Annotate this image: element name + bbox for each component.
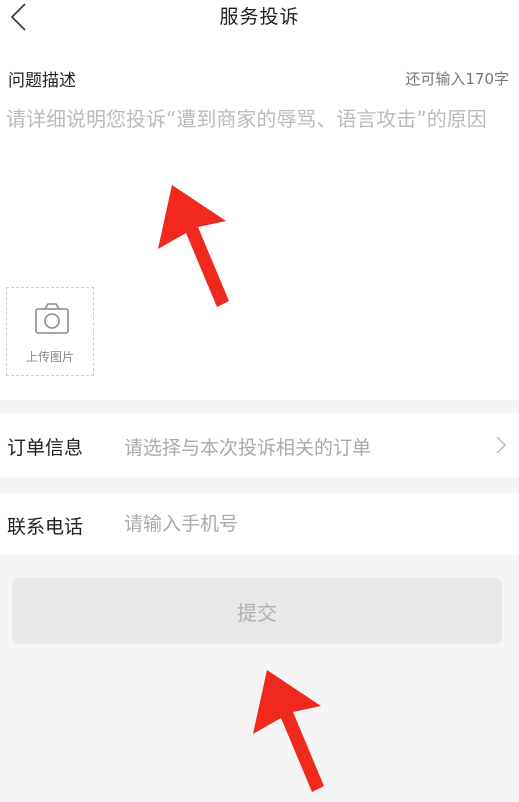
order-info-row[interactable]: 订单信息 请选择与本次投诉相关的订单 (0, 413, 519, 477)
description-section: 问题描述 还可输入170字 上传图片 (0, 40, 519, 400)
description-label: 问题描述 (8, 71, 76, 91)
annotation-arrow-icon (158, 185, 229, 307)
description-textarea[interactable] (6, 102, 498, 222)
order-select-placeholder: 请选择与本次投诉相关的订单 (124, 437, 372, 459)
page-title: 服务投诉 (219, 6, 300, 28)
submit-button[interactable]: 提交 (12, 578, 502, 644)
phone-row: 联系电话 (0, 493, 519, 555)
complaint-page: 服务投诉 问题描述 还可输入170字 上传图片 订单信息 请选择与本次投诉相关的… (0, 0, 519, 802)
camera-icon (35, 303, 69, 334)
nav-header: 服务投诉 (0, 0, 519, 40)
char-count: 还可输入170字 (405, 70, 509, 88)
order-info-label: 订单信息 (7, 437, 84, 459)
phone-label: 联系电话 (7, 516, 84, 538)
chevron-right-icon (496, 436, 507, 454)
phone-input[interactable] (124, 507, 484, 541)
upload-image-label: 上传图片 (25, 350, 74, 364)
annotation-arrow-icon (253, 670, 324, 792)
upload-image-button[interactable]: 上传图片 (6, 287, 94, 376)
